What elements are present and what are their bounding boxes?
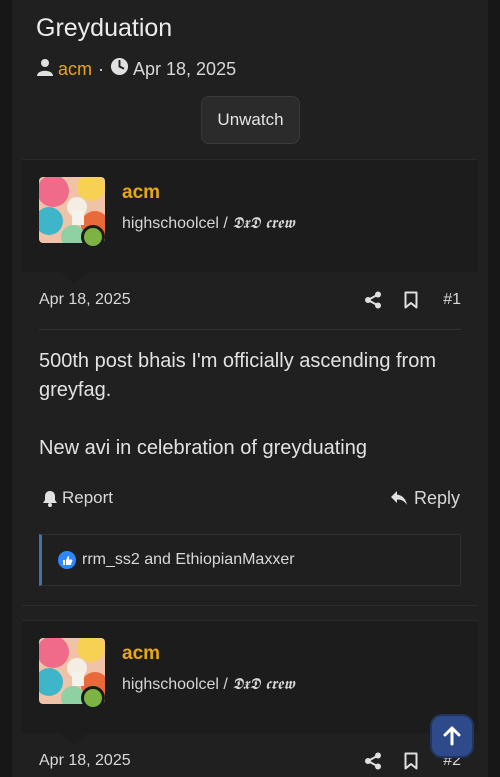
- thread-title: Greyduation: [36, 14, 173, 42]
- user-title-crew: 𝕯𝖝𝕯 𝖈𝖗𝖊𝖜: [232, 213, 295, 232]
- user-title-prefix: highschoolcel /: [122, 676, 233, 693]
- meta-separator: ·: [98, 58, 105, 79]
- reactions-bar[interactable]: rrm_ss2 and EthiopianMaxxer: [39, 534, 461, 586]
- reply-button[interactable]: Reply: [390, 486, 460, 510]
- report-label: Report: [62, 488, 114, 507]
- arrow-up-icon: [443, 726, 461, 746]
- post-text-line: 500th post bhais I'm officially ascendin…: [39, 350, 436, 401]
- share-icon[interactable]: [363, 290, 383, 310]
- scroll-to-top-button[interactable]: [432, 716, 472, 756]
- post-user-header: acm highschoolcel / 𝕯𝖝𝕯 𝖈𝖗𝖊𝖜: [22, 159, 478, 284]
- thread-author-link[interactable]: acm: [58, 59, 92, 80]
- share-icon[interactable]: [363, 751, 383, 771]
- like-icon: [58, 551, 76, 569]
- online-status-indicator: [81, 225, 105, 249]
- user-icon: [36, 58, 54, 81]
- unwatch-button[interactable]: Unwatch: [201, 96, 300, 144]
- post-number-link[interactable]: #1: [443, 291, 461, 309]
- user-title-crew: 𝕯𝖝𝕯 𝖈𝖗𝖊𝖜: [232, 674, 295, 693]
- reactions-users: rrm_ss2 and EthiopianMaxxer: [82, 551, 295, 568]
- user-title: highschoolcel / 𝕯𝖝𝕯 𝖈𝖗𝖊𝖜: [122, 674, 295, 694]
- thread-date[interactable]: Apr 18, 2025: [133, 59, 236, 80]
- user-title: highschoolcel / 𝕯𝖝𝕯 𝖈𝖗𝖊𝖜: [122, 213, 295, 233]
- user-title-prefix: highschoolcel /: [122, 215, 233, 232]
- post-meta-bar: Apr 18, 2025 #1: [39, 285, 461, 315]
- post-date[interactable]: Apr 18, 2025: [39, 291, 131, 309]
- username-link[interactable]: acm: [122, 182, 160, 204]
- divider: [39, 329, 461, 330]
- post-meta-bar: Apr 18, 2025 #2: [39, 746, 461, 776]
- bookmark-icon[interactable]: [401, 751, 421, 771]
- post-date[interactable]: Apr 18, 2025: [39, 752, 131, 770]
- report-button[interactable]: Report: [42, 486, 113, 510]
- post-text-line: New avi in celebration of greyduating: [39, 437, 367, 459]
- reply-icon: [390, 490, 408, 506]
- bookmark-icon[interactable]: [401, 290, 421, 310]
- thread-meta: acm · Apr 18, 2025: [36, 57, 236, 81]
- online-status-indicator: [81, 686, 105, 710]
- clock-icon: [110, 57, 129, 81]
- username-link[interactable]: acm: [122, 643, 160, 665]
- post-user-header: acm highschoolcel / 𝕯𝖝𝕯 𝖈𝖗𝖊𝖜: [22, 620, 478, 745]
- reply-label: Reply: [413, 487, 460, 508]
- post-content: 500th post bhais I'm officially ascendin…: [39, 347, 465, 463]
- bell-icon: [42, 490, 58, 507]
- post-actions: #1: [345, 290, 461, 310]
- post-separator: [22, 605, 478, 606]
